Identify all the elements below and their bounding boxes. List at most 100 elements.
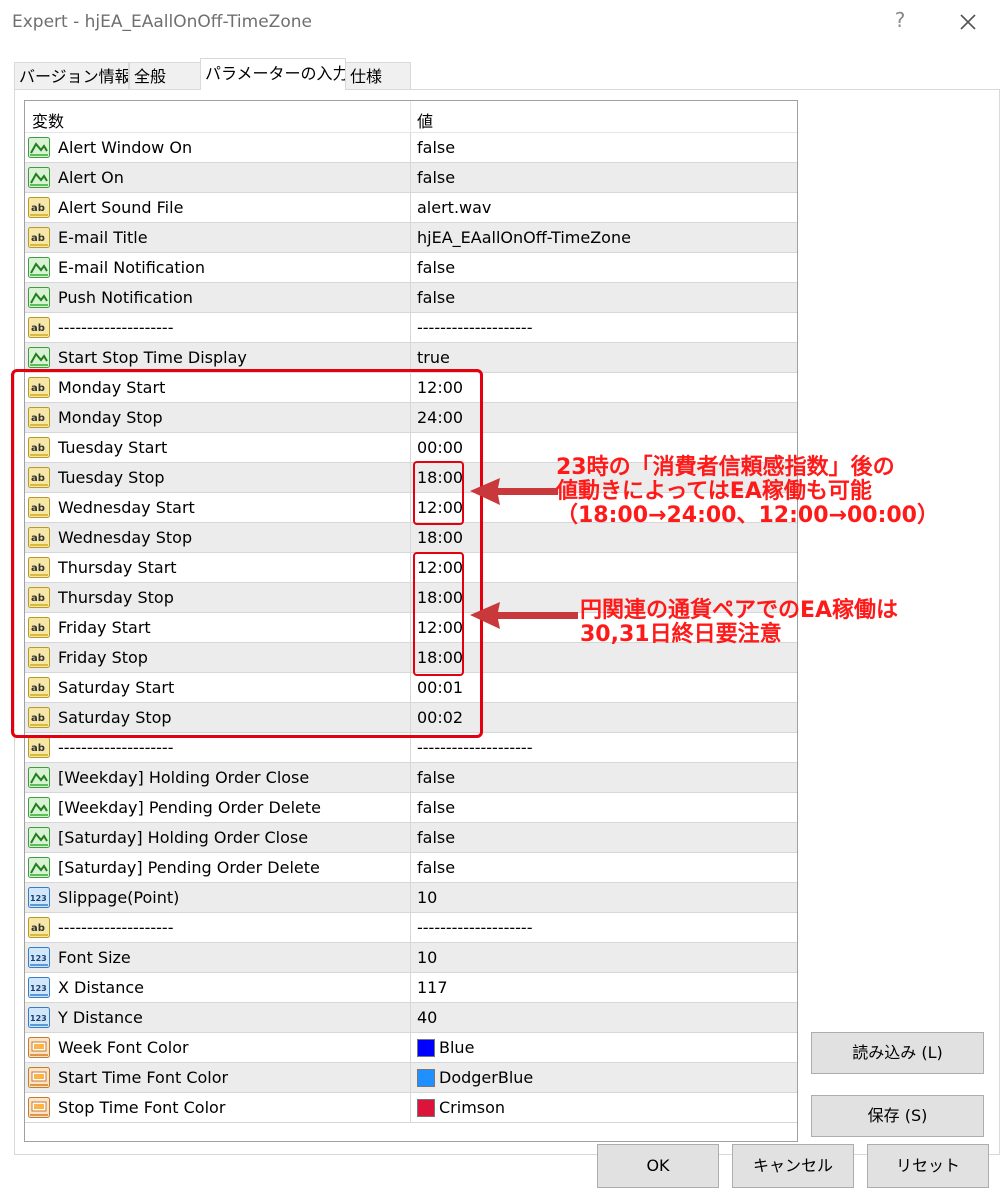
param-value[interactable]: -------------------- [417, 918, 532, 937]
column-divider [410, 823, 411, 853]
param-name: [Saturday] Pending Order Delete [58, 858, 320, 877]
param-value[interactable]: alert.wav [417, 198, 491, 217]
param-name: X Distance [58, 978, 145, 997]
column-divider[interactable] [410, 101, 411, 133]
int-icon: 123 [28, 1007, 50, 1028]
param-name: Alert Sound File [58, 198, 184, 217]
param-name: -------------------- [58, 738, 174, 757]
param-value[interactable]: false [417, 858, 455, 877]
tab-specification[interactable]: 仕様 [345, 62, 411, 90]
svg-text:ab: ab [31, 203, 45, 214]
param-row[interactable]: 123 Y Distance 40 [25, 1003, 797, 1033]
help-button[interactable]: ? [888, 8, 912, 36]
load-button[interactable]: 読み込み (L) [811, 1032, 984, 1074]
param-value[interactable]: Crimson [439, 1098, 505, 1117]
color-icon [28, 1067, 50, 1088]
bool-icon [28, 857, 50, 878]
annotation-line: 30,31日終日要注意 [580, 622, 782, 647]
param-row[interactable]: Week Font Color Blue [25, 1033, 797, 1063]
color-swatch[interactable] [417, 1039, 435, 1057]
param-row[interactable]: Start Time Font Color DodgerBlue [25, 1063, 797, 1093]
column-divider [410, 883, 411, 913]
reset-button[interactable]: リセット [867, 1144, 989, 1188]
column-divider [410, 133, 411, 163]
svg-text:ab: ab [31, 743, 45, 754]
param-row[interactable]: E-mail Notification false [25, 253, 797, 283]
column-header-value[interactable]: 値 [417, 108, 433, 132]
param-row[interactable]: [Weekday] Pending Order Delete false [25, 793, 797, 823]
param-value[interactable]: 10 [417, 888, 437, 907]
param-row[interactable]: [Saturday] Holding Order Close false [25, 823, 797, 853]
param-value[interactable]: Blue [439, 1038, 474, 1057]
param-value[interactable]: false [417, 138, 455, 157]
param-name: Font Size [58, 948, 131, 967]
param-row[interactable]: Alert Window On false [25, 133, 797, 163]
param-row[interactable]: 123 X Distance 117 [25, 973, 797, 1003]
param-name: Start Time Font Color [58, 1068, 229, 1087]
color-swatch[interactable] [417, 1069, 435, 1087]
param-value[interactable]: false [417, 258, 455, 277]
close-button[interactable] [952, 6, 984, 38]
column-divider [410, 1033, 411, 1063]
annotation-line: （18:00→24:00、12:00→00:00） [556, 503, 939, 528]
param-row[interactable]: [Saturday] Pending Order Delete false [25, 853, 797, 883]
param-value[interactable]: 40 [417, 1008, 437, 1027]
bool-icon [28, 287, 50, 308]
param-name: Start Stop Time Display [58, 348, 247, 367]
column-divider [410, 1063, 411, 1093]
param-value[interactable]: false [417, 168, 455, 187]
tab-version-info[interactable]: バージョン情報 [14, 62, 129, 90]
param-row[interactable]: Alert On false [25, 163, 797, 193]
color-swatch[interactable] [417, 1099, 435, 1117]
param-row[interactable]: 123 Font Size 10 [25, 943, 797, 973]
param-value[interactable]: false [417, 828, 455, 847]
param-value[interactable]: 10 [417, 948, 437, 967]
param-row[interactable]: [Weekday] Holding Order Close false [25, 763, 797, 793]
color-icon [28, 1097, 50, 1118]
column-divider [410, 763, 411, 793]
param-value[interactable]: false [417, 798, 455, 817]
param-name: [Saturday] Holding Order Close [58, 828, 309, 847]
param-row[interactable]: ab E-mail Title hjEA_EAallOnOff-TimeZone [25, 223, 797, 253]
column-divider [410, 913, 411, 943]
column-divider [410, 1003, 411, 1033]
column-header-variable[interactable]: 変数 [32, 108, 64, 132]
column-divider [410, 973, 411, 1003]
param-row[interactable]: ab -------------------- ------------------… [25, 913, 797, 943]
grid-header: 変数 値 [25, 101, 797, 133]
highlight-box-tue-wed [413, 461, 464, 525]
bool-icon [28, 827, 50, 848]
param-value[interactable]: DodgerBlue [439, 1068, 533, 1087]
param-row[interactable]: 123 Slippage(Point) 10 [25, 883, 797, 913]
ok-button[interactable]: OK [597, 1144, 719, 1188]
tab-general[interactable]: 全般 [129, 62, 201, 90]
annotation-line: 円関連の通貨ペアでのEA稼働は [580, 598, 899, 623]
param-value[interactable]: hjEA_EAallOnOff-TimeZone [417, 228, 631, 247]
param-name: E-mail Title [58, 228, 148, 247]
save-button[interactable]: 保存 (S) [811, 1095, 984, 1137]
svg-text:123: 123 [30, 1014, 47, 1023]
param-value[interactable]: false [417, 288, 455, 307]
title-bar: Expert - hjEA_EAallOnOff-TimeZone ? [0, 0, 1003, 46]
svg-text:123: 123 [30, 894, 47, 903]
column-divider [410, 163, 411, 193]
tab-parameters[interactable]: パラメーターの入力 [200, 58, 346, 90]
column-divider [410, 1093, 411, 1123]
param-value[interactable]: -------------------- [417, 318, 532, 337]
param-row[interactable]: ab -------------------- ------------------… [25, 313, 797, 343]
cancel-button[interactable]: キャンセル [732, 1144, 854, 1188]
int-icon: 123 [28, 977, 50, 998]
param-name: Push Notification [58, 288, 193, 307]
param-row[interactable]: Push Notification false [25, 283, 797, 313]
param-value[interactable]: 117 [417, 978, 448, 997]
param-value[interactable]: -------------------- [417, 738, 532, 757]
param-name: Alert Window On [58, 138, 193, 157]
column-divider [410, 223, 411, 253]
param-row[interactable]: ab Alert Sound File alert.wav [25, 193, 797, 223]
param-name: Week Font Color [58, 1038, 189, 1057]
param-value[interactable]: false [417, 768, 455, 787]
param-name: Y Distance [58, 1008, 143, 1027]
param-name: -------------------- [58, 918, 174, 937]
param-row[interactable]: Stop Time Font Color Crimson [25, 1093, 797, 1123]
param-value[interactable]: true [417, 348, 450, 367]
